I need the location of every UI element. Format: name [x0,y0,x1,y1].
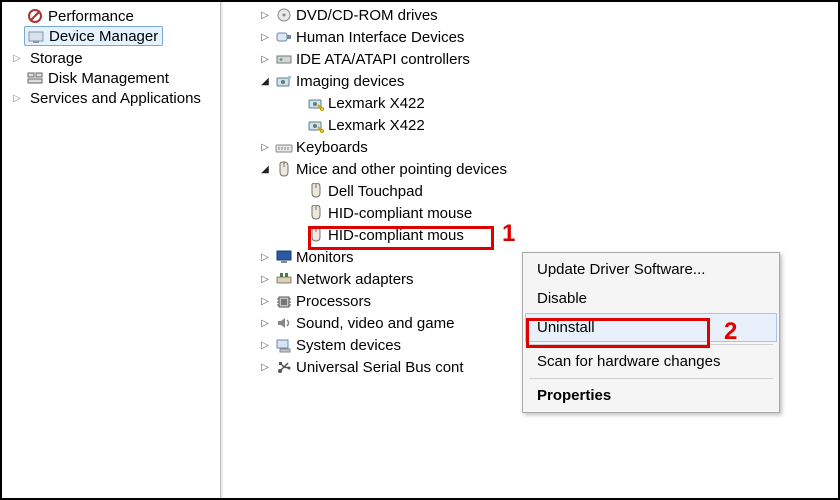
nav-label: Services and Applications [30,90,201,107]
tree-label: Keyboards [296,139,368,156]
tree-item-hid-mouse2[interactable]: HID-compliant mous [306,224,838,246]
nav-label: Disk Management [48,70,169,87]
performance-icon [26,7,44,25]
chevron-right-icon: ▷ [258,140,272,154]
nav-storage[interactable]: ▷ Storage [6,48,221,68]
tree-label: Lexmark X422 [328,95,425,112]
mouse-icon [306,204,326,222]
tree-label: Human Interface Devices [296,29,464,46]
imaging-icon [306,94,326,112]
nav-disk-management[interactable]: Disk Management [24,68,221,88]
chevron-right-icon: ▷ [258,360,272,374]
tree-label: Mice and other pointing devices [296,161,507,178]
chevron-down-icon: ◢ [258,162,272,176]
chevron-right-icon: ▷ [258,294,272,308]
tree-item-lexmark1[interactable]: Lexmark X422 [306,92,838,114]
tree-label: IDE ATA/ATAPI controllers [296,51,470,68]
device-tree: ▷ DVD/CD-ROM drives ▷ Human Interface De… [222,2,838,498]
menu-separator [529,378,773,379]
tree-label: Sound, video and game [296,315,454,332]
chevron-right-icon: ▷ [258,52,272,66]
ctx-properties[interactable]: Properties [525,381,777,410]
nav-services[interactable]: ▷ Services and Applications [6,88,221,108]
monitor-icon [274,248,294,266]
tree-item-hid[interactable]: ▷ Human Interface Devices [258,26,838,48]
tree-label: Universal Serial Bus cont [296,359,464,376]
tree-item-hid-mouse1[interactable]: HID-compliant mouse [306,202,838,224]
chevron-right-icon: ▷ [258,8,272,22]
tree-label: Network adapters [296,271,414,288]
processor-icon [274,292,294,310]
chevron-right-icon: ▷ [258,30,272,44]
tree-label: Lexmark X422 [328,117,425,134]
keyboard-icon [274,138,294,156]
chevron-right-icon: ▷ [258,250,272,264]
tree-label: DVD/CD-ROM drives [296,7,438,24]
imaging-icon [306,116,326,134]
tree-label: System devices [296,337,401,354]
ctx-uninstall[interactable]: Uninstall [525,313,777,342]
tree-item-lexmark2[interactable]: Lexmark X422 [306,114,838,136]
tree-item-ide[interactable]: ▷ IDE ATA/ATAPI controllers [258,48,838,70]
disk-management-icon [26,69,44,87]
device-manager-icon [27,27,45,45]
network-icon [274,270,294,288]
tree-label: Dell Touchpad [328,183,423,200]
mouse-icon [306,182,326,200]
ctx-scan-hardware[interactable]: Scan for hardware changes [525,347,777,376]
context-menu: Update Driver Software... Disable Uninst… [522,252,780,413]
chevron-down-icon: ◢ [258,74,272,88]
tree-item-keyboards[interactable]: ▷ Keyboards [258,136,838,158]
tree-label: Imaging devices [296,73,404,90]
imaging-icon [274,72,294,90]
tree-label: Processors [296,293,371,310]
annotation-number-2: 2 [724,318,737,346]
tree-item-imaging[interactable]: ◢ Imaging devices [258,70,838,92]
nav-label: Storage [30,50,83,67]
system-icon [274,336,294,354]
usb-icon [274,358,294,376]
tree-label: HID-compliant mouse [328,205,472,222]
nav-device-manager[interactable]: Device Manager [24,26,163,46]
tree-label: HID-compliant mous [328,227,464,244]
nav-label: Performance [48,8,134,25]
tree-item-touchpad[interactable]: Dell Touchpad [306,180,838,202]
chevron-right-icon: ▷ [258,338,272,352]
tree-item-dvd[interactable]: ▷ DVD/CD-ROM drives [258,4,838,26]
chevron-right-icon: ▷ [258,316,272,330]
chevron-right-icon: ▷ [258,272,272,286]
mouse-icon [274,160,294,178]
nav-performance[interactable]: Performance [24,6,221,26]
nav-label: Device Manager [49,28,158,45]
ctx-update-driver[interactable]: Update Driver Software... [525,255,777,284]
chevron-right-icon: ▷ [8,89,26,107]
tree-item-mice[interactable]: ◢ Mice and other pointing devices [258,158,838,180]
chevron-right-icon: ▷ [8,49,26,67]
dvd-icon [274,6,294,24]
tree-label: Monitors [296,249,354,266]
left-nav: Performance Device Manager ▷ Storage Dis… [2,2,222,498]
hid-icon [274,28,294,46]
ide-icon [274,50,294,68]
sound-icon [274,314,294,332]
annotation-number-1: 1 [502,220,515,248]
mouse-icon [306,226,326,244]
ctx-disable[interactable]: Disable [525,284,777,313]
